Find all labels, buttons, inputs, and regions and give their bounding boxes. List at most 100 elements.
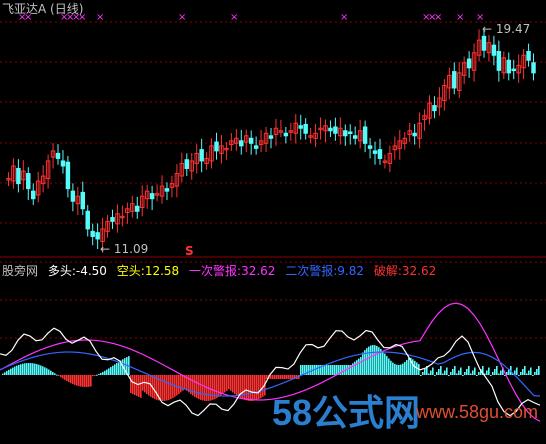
candle-body <box>412 132 417 137</box>
indicator-bar <box>302 365 304 375</box>
indicator-bar <box>474 367 476 375</box>
indicator-bar <box>148 375 150 396</box>
indicator-bar <box>534 372 536 375</box>
indicator-bar <box>28 363 30 375</box>
indicator-bar <box>524 366 526 375</box>
indicator-bar <box>6 371 8 375</box>
indicator-bar <box>136 375 138 396</box>
indicator-bar <box>154 375 156 400</box>
indicator-bar <box>432 367 434 375</box>
indicator-bar <box>472 370 474 375</box>
indicator-bar <box>94 375 96 376</box>
low-price-value: 11.09 <box>113 242 149 256</box>
stock-chart[interactable]: ×× ×××× × × × × ××× × × <box>0 0 546 444</box>
indicator-bar <box>468 366 470 375</box>
indicator-bar <box>164 375 166 401</box>
indicator-bar <box>422 372 424 375</box>
indicator-bar <box>180 375 182 393</box>
candle-body <box>511 68 516 72</box>
indicator-bar <box>348 365 350 375</box>
indicator-bar <box>274 375 276 379</box>
indicator-bar <box>308 365 310 375</box>
indicator-bar <box>434 375 436 376</box>
indicator-bar <box>8 369 10 375</box>
indicator-bar <box>196 375 198 399</box>
bull-value: -4.50 <box>75 264 107 278</box>
indicator-bar <box>130 375 132 393</box>
indicator-bar <box>10 368 12 375</box>
indicator-bar <box>134 375 136 395</box>
indicator-bar <box>368 346 370 375</box>
indicator-bar <box>108 368 110 375</box>
indicator-bar <box>394 363 396 375</box>
alert1-value: 32.62 <box>241 264 276 278</box>
indicator-bar <box>300 365 302 375</box>
alert1-label: 一次警报: <box>189 264 242 278</box>
high-price-label: ← 19.47 <box>482 22 531 36</box>
indicator-bar <box>430 370 432 375</box>
indicator-name: 股旁网 <box>2 264 39 278</box>
indicator-bar <box>272 375 274 379</box>
indicator-bar <box>516 367 518 375</box>
candle-body <box>135 205 140 212</box>
bear-value: 12.58 <box>144 264 180 278</box>
candle-body <box>268 135 274 139</box>
indicator-bar <box>466 369 468 375</box>
indicator-bar <box>194 375 196 397</box>
indicator-bar <box>448 375 450 376</box>
indicator-bar <box>36 364 38 375</box>
indicator-bar <box>218 375 220 397</box>
low-price-label: ← 11.09 <box>100 242 149 256</box>
indicator-bar <box>138 375 140 397</box>
indicator-bar <box>280 375 282 379</box>
indicator-bar <box>414 360 416 375</box>
indicator-bar <box>490 375 492 376</box>
indicator-bar <box>68 375 70 383</box>
candle-body <box>372 150 378 154</box>
candle-body <box>214 141 219 152</box>
indicator-bar <box>276 375 278 379</box>
candle-body <box>283 132 289 137</box>
indicator-bar <box>334 365 336 375</box>
indicator-bar <box>358 358 360 375</box>
indicator-bar <box>290 375 292 379</box>
indicator-bar <box>496 366 498 375</box>
indicator-bar <box>88 375 90 387</box>
indicator-bar <box>424 369 426 375</box>
indicator-bar <box>140 375 142 398</box>
indicator-bar <box>116 363 118 375</box>
indicator-bar <box>454 366 456 375</box>
candle-body <box>16 167 21 185</box>
indicator-bar <box>204 375 206 401</box>
indicator-bar <box>372 345 374 375</box>
indicator-bar <box>100 372 102 375</box>
indicator-bar <box>170 375 172 400</box>
indicator-bar <box>124 358 126 375</box>
indicator-bar <box>498 373 500 375</box>
indicator-bar <box>166 375 168 401</box>
candle-body <box>95 232 100 240</box>
indicator-bar <box>38 364 40 375</box>
candle-body <box>298 125 303 129</box>
indicator-bar <box>64 375 66 380</box>
indicator-bar <box>354 361 356 375</box>
candle-body <box>65 161 71 190</box>
indicator-bar <box>396 364 398 375</box>
candle-body <box>90 230 95 237</box>
indicator-bar <box>384 353 386 375</box>
indicator-bar <box>84 375 86 387</box>
signal-mark: S <box>185 244 194 258</box>
alert2-value: 9.82 <box>337 264 365 278</box>
indicator-bar <box>226 375 228 391</box>
indicator-bar <box>486 370 488 375</box>
indicator-bar <box>224 375 226 393</box>
indicator-bar <box>256 375 258 400</box>
indicator-bar <box>74 375 76 385</box>
candle-body <box>26 173 31 190</box>
indicator-bar <box>228 375 230 390</box>
indicator-bar <box>50 370 52 375</box>
indicator-bar <box>470 373 472 375</box>
candle-body <box>164 188 170 192</box>
indicator-bar <box>212 375 214 400</box>
indicator-bar <box>310 365 312 375</box>
